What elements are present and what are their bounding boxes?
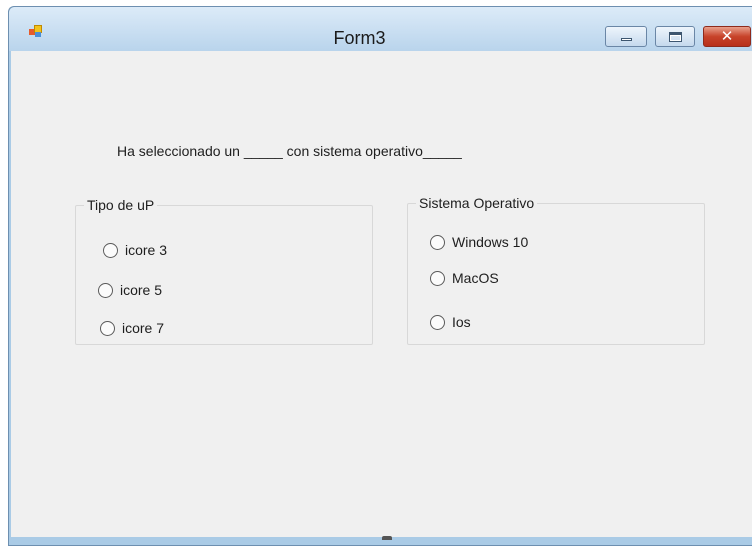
radio-icore-3[interactable]: icore 3	[103, 242, 167, 258]
close-icon: ✕	[720, 27, 734, 45]
radio-circle-icon[interactable]	[430, 270, 445, 286]
radio-ios[interactable]: Ios	[430, 314, 471, 330]
radio-windows-10[interactable]: Windows 10	[430, 234, 528, 250]
processor-groupbox-legend: Tipo de uP	[84, 197, 158, 213]
maximize-button[interactable]	[655, 26, 695, 47]
radio-label[interactable]: Windows 10	[452, 234, 528, 250]
radio-label[interactable]: icore 3	[125, 242, 167, 258]
maximize-icon	[669, 32, 682, 42]
radio-circle-icon[interactable]	[430, 234, 445, 250]
radio-circle-icon[interactable]	[100, 320, 115, 336]
radio-circle-icon[interactable]	[98, 282, 113, 298]
resize-handle[interactable]	[382, 536, 392, 540]
radio-macos[interactable]: MacOS	[430, 270, 499, 286]
minimize-icon	[621, 38, 632, 41]
os-groupbox-legend: Sistema Operativo	[416, 195, 538, 211]
minimize-button[interactable]	[605, 26, 647, 47]
radio-icore-7[interactable]: icore 7	[100, 320, 164, 336]
selection-message-label: Ha seleccionado un _____ con sistema ope…	[117, 143, 462, 159]
title-bar[interactable]: Form3 ✕	[9, 7, 752, 51]
os-groupbox: Sistema Operativo Windows 10 MacOS Ios	[407, 195, 705, 345]
radio-label[interactable]: icore 5	[120, 282, 162, 298]
radio-icore-5[interactable]: icore 5	[98, 282, 162, 298]
radio-label[interactable]: icore 7	[122, 320, 164, 336]
close-button[interactable]: ✕	[703, 26, 751, 47]
radio-circle-icon[interactable]	[103, 242, 118, 258]
processor-groupbox: Tipo de uP icore 3 icore 5 icore 7	[75, 197, 373, 345]
form-window: Form3 ✕ Ha seleccionado un _____ con sis…	[8, 6, 752, 546]
form-client-area: Ha seleccionado un _____ con sistema ope…	[11, 51, 752, 537]
radio-label[interactable]: MacOS	[452, 270, 499, 286]
radio-circle-icon[interactable]	[430, 314, 445, 330]
radio-label[interactable]: Ios	[452, 314, 471, 330]
